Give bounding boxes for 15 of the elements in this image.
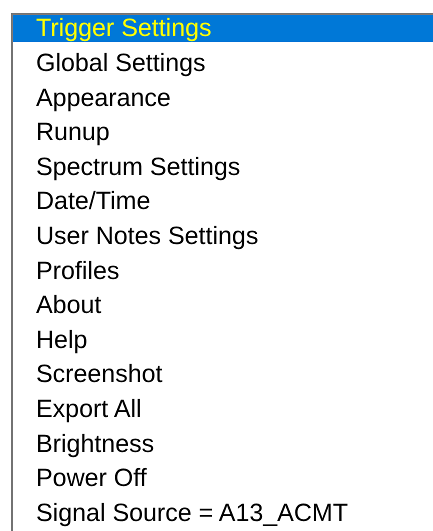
menu-item[interactable]: Screenshot [13, 357, 433, 392]
menu-item[interactable]: Export All [13, 392, 433, 427]
menu-item[interactable]: Appearance [13, 80, 433, 116]
menu-item[interactable]: Global Settings [13, 46, 433, 81]
menu-item[interactable]: Power Off [13, 461, 433, 496]
menu-item[interactable]: Date/Time [13, 184, 433, 219]
menu-item[interactable]: User Notes Settings [13, 218, 433, 254]
menu-item[interactable]: Spectrum Settings [13, 150, 433, 184]
menu-item[interactable]: Profiles [13, 254, 433, 288]
menu-item[interactable]: Signal Source = A13_ACMT [13, 496, 433, 530]
menu-item[interactable]: About [13, 288, 433, 323]
menu-item[interactable]: Help [13, 322, 433, 358]
menu-item[interactable]: Trigger Settings [13, 15, 433, 42]
menu-item[interactable]: Brightness [13, 426, 433, 462]
menu-item[interactable]: Runup [13, 115, 433, 150]
